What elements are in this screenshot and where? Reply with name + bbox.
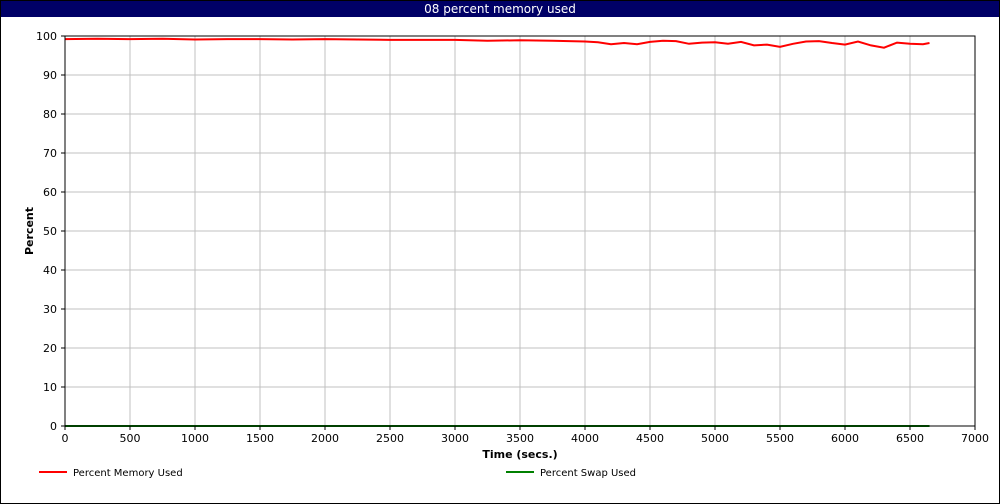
x-tick-label: 6000 [831,432,859,445]
x-tick-label: 7000 [961,432,989,445]
x-tick-label: 0 [62,432,69,445]
legend-entry: Percent Memory Used [73,468,183,479]
x-tick-label: 4000 [571,432,599,445]
legend-entry: Percent Swap Used [540,468,636,479]
y-tick-label: 90 [43,69,57,82]
x-tick-label: 2000 [311,432,339,445]
legend: Percent Memory Used Percent Swap Used [39,468,636,479]
x-tick-label: 1000 [181,432,209,445]
chart-window: 08 percent memory used 0 500 1000 1500 2000 2… [0,0,1000,504]
x-tick-label: 1500 [246,432,274,445]
y-axis-label: Percent [23,207,36,255]
y-tick-label: 30 [43,303,57,316]
x-tick-label: 6500 [896,432,924,445]
tick-labels: 0 500 1000 1500 2000 2500 3000 3500 4000 4500 5000… [36,30,989,445]
x-axis-label: Time (secs.) [482,448,557,461]
x-tick-label: 500 [120,432,141,445]
x-tick-label: 5000 [701,432,729,445]
grid-layer [64,35,976,427]
y-tick-label: 40 [43,264,57,277]
x-tick-label: 5500 [766,432,794,445]
x-tick-label: 2500 [376,432,404,445]
y-tick-label: 70 [43,147,57,160]
y-tick-label: 20 [43,342,57,355]
x-tick-label: 4500 [636,432,664,445]
y-tick-label: 0 [50,420,57,433]
y-tick-label: 60 [43,186,57,199]
chart-canvas: 0 500 1000 1500 2000 2500 3000 3500 4000 4500 5000… [23,30,989,479]
x-tick-label: 3000 [441,432,469,445]
y-tick-label: 80 [43,108,57,121]
y-tick-label: 50 [43,225,57,238]
x-tick-label: 3500 [506,432,534,445]
y-tick-label: 10 [43,381,57,394]
y-tick-label: 100 [36,30,57,43]
